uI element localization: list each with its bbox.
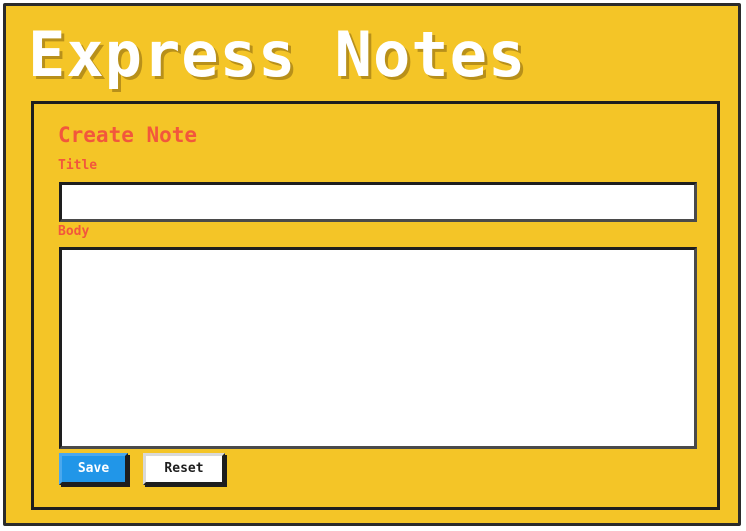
body-label: Body xyxy=(58,224,90,239)
title-input[interactable] xyxy=(59,182,697,222)
body-textarea[interactable] xyxy=(59,247,697,449)
app-title: Express Notes xyxy=(28,18,527,91)
save-button[interactable]: Save xyxy=(59,453,128,485)
create-note-form: Create Note Title Body Save Reset xyxy=(31,101,720,510)
app-window: Express Notes Create Note Title Body Sav… xyxy=(3,3,741,526)
reset-button[interactable]: Reset xyxy=(143,453,225,485)
title-label: Title xyxy=(58,158,98,173)
form-heading: Create Note xyxy=(58,123,198,147)
